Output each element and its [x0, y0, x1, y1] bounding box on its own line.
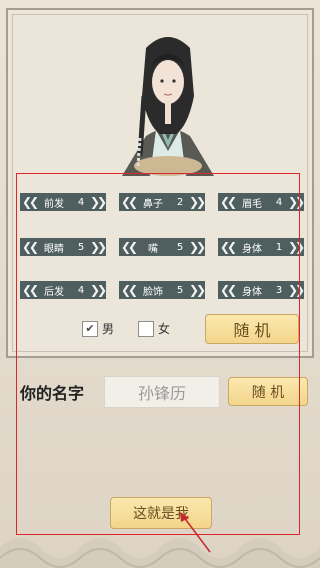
selector-value: 1 — [275, 241, 283, 253]
name-label: 你的名字 — [20, 384, 85, 403]
checkbox-empty[interactable] — [138, 320, 154, 337]
next-arrow-icon[interactable]: ❯❯ — [189, 240, 206, 254]
next-arrow-icon[interactable]: ❯❯ — [288, 240, 305, 254]
selector-label: 嘴 — [148, 243, 158, 255]
character-creator-screen: ❮❮ 前发 4 ❯❯ ❮❮ 鼻子 2 ❯❯ ❮❮ 眉毛 4 ❯❯ ❮❮ 眼睛 5… — [0, 0, 320, 568]
prev-arrow-icon[interactable]: ❮❮ — [220, 283, 237, 297]
selector-face-accessory: ❮❮ 脸饰 5 ❯❯ — [119, 281, 206, 299]
selector-nose: ❮❮ 鼻子 2 ❯❯ — [119, 193, 206, 211]
gender-male-option[interactable]: ✔ 男 — [82, 320, 114, 337]
selector-label: 眼睛 — [44, 243, 64, 255]
selector-value: 5 — [176, 241, 184, 253]
next-arrow-icon[interactable]: ❯❯ — [90, 195, 107, 209]
selector-label: 鼻子 — [143, 198, 163, 210]
selector-value: 5 — [176, 284, 184, 296]
selector-value: 3 — [275, 284, 283, 296]
prev-arrow-icon[interactable]: ❮❮ — [22, 240, 39, 254]
selector-mouth: ❮❮ 嘴 5 ❯❯ — [119, 238, 206, 256]
character-portrait — [122, 37, 214, 176]
next-arrow-icon[interactable]: ❯❯ — [189, 195, 206, 209]
gender-male-label: 男 — [102, 322, 115, 336]
next-arrow-icon[interactable]: ❯❯ — [90, 283, 107, 297]
decorative-wave-pattern — [0, 538, 320, 568]
random-appearance-button[interactable]: 随 机 — [205, 314, 299, 344]
gender-female-option[interactable]: 女 — [138, 320, 170, 337]
selector-label: 后发 — [44, 286, 64, 298]
selector-label: 脸饰 — [143, 286, 163, 298]
selector-value: 2 — [176, 196, 184, 208]
next-arrow-icon[interactable]: ❯❯ — [90, 240, 107, 254]
selector-front-hair: ❮❮ 前发 4 ❯❯ — [20, 193, 107, 211]
selector-value: 4 — [77, 196, 85, 208]
selector-label: 眉毛 — [242, 198, 262, 210]
prev-arrow-icon[interactable]: ❮❮ — [22, 195, 39, 209]
selector-body-1: ❮❮ 身体 1 ❯❯ — [218, 238, 305, 256]
name-input[interactable]: 孙锋历 — [104, 376, 220, 408]
selector-value: 5 — [77, 241, 85, 253]
selector-value: 4 — [77, 284, 85, 296]
selector-eyebrows: ❮❮ 眉毛 4 ❯❯ — [218, 193, 305, 211]
prev-arrow-icon[interactable]: ❮❮ — [220, 240, 237, 254]
selector-label: 身体 — [242, 243, 262, 255]
selector-label: 前发 — [44, 198, 64, 210]
gender-female-label: 女 — [158, 322, 171, 336]
next-arrow-icon[interactable]: ❯❯ — [189, 283, 206, 297]
checkmark-icon[interactable]: ✔ — [82, 320, 98, 337]
selector-label: 身体 — [242, 286, 262, 298]
random-name-button[interactable]: 随 机 — [228, 377, 308, 406]
character-panel: ❮❮ 前发 4 ❯❯ ❮❮ 鼻子 2 ❯❯ ❮❮ 眉毛 4 ❯❯ ❮❮ 眼睛 5… — [6, 8, 314, 358]
prev-arrow-icon[interactable]: ❮❮ — [121, 240, 138, 254]
selector-body-2: ❮❮ 身体 3 ❯❯ — [218, 281, 305, 299]
prev-arrow-icon[interactable]: ❮❮ — [121, 195, 138, 209]
next-arrow-icon[interactable]: ❯❯ — [288, 195, 305, 209]
prev-arrow-icon[interactable]: ❮❮ — [22, 283, 39, 297]
prev-arrow-icon[interactable]: ❮❮ — [220, 195, 237, 209]
selector-value: 4 — [275, 196, 283, 208]
selector-eyes: ❮❮ 眼睛 5 ❯❯ — [20, 238, 107, 256]
next-arrow-icon[interactable]: ❯❯ — [288, 283, 305, 297]
selector-back-hair: ❮❮ 后发 4 ❯❯ — [20, 281, 107, 299]
prev-arrow-icon[interactable]: ❮❮ — [121, 283, 138, 297]
